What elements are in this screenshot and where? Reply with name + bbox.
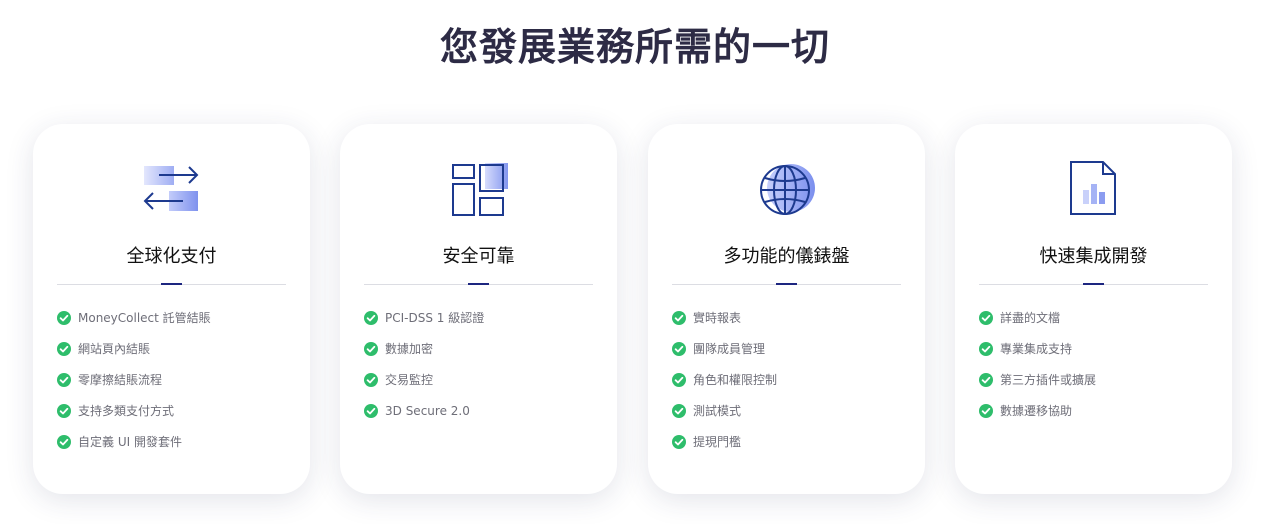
card-fast-integration: 快速集成開發 詳盡的文檔 專業集成支持 第三方插件或擴展 數據遷移協助 — [955, 124, 1232, 494]
list-item: 3D Secure 2.0 — [364, 403, 484, 434]
feature-label: 自定義 UI 開發套件 — [78, 435, 182, 449]
check-circle-icon — [672, 404, 686, 418]
page-title: 您發展業務所需的一切 — [439, 25, 830, 69]
check-circle-icon — [364, 311, 378, 325]
check-circle-icon — [979, 311, 993, 325]
check-circle-icon — [364, 373, 378, 387]
card-global-payments: 全球化支付 MoneyCollect 託管結賬 網站頁內結賬 零摩擦結賬流程 支… — [33, 124, 310, 494]
feature-label: 團隊成員管理 — [693, 342, 766, 356]
check-circle-icon — [979, 404, 993, 418]
list-item: 網站頁內結賬 — [57, 341, 211, 372]
list-item: 零摩擦結賬流程 — [57, 372, 211, 403]
card-divider-accent — [776, 283, 797, 285]
list-item: 支持多類支付方式 — [57, 403, 211, 434]
check-circle-icon — [979, 373, 993, 387]
feature-label: 零摩擦結賬流程 — [78, 373, 163, 387]
card-title: 快速集成開發 — [1039, 246, 1148, 267]
feature-label: MoneyCollect 託管結賬 — [78, 311, 211, 325]
feature-label: 數據遷移協助 — [1000, 404, 1073, 418]
globe-icon — [756, 160, 816, 220]
feature-label: 實時報表 — [693, 311, 742, 325]
list-item: 角色和權限控制 — [672, 372, 777, 403]
exchange-arrows-icon — [141, 160, 201, 220]
feature-list: 實時報表 團隊成員管理 角色和權限控制 測試模式 提現門檻 — [672, 310, 777, 465]
check-circle-icon — [364, 342, 378, 356]
feature-label: 3D Secure 2.0 — [385, 404, 470, 418]
list-item: 詳盡的文檔 — [979, 310, 1096, 341]
card-security: 安全可靠 PCI-DSS 1 級認證 數據加密 交易監控 3D Secure 2… — [340, 124, 617, 494]
list-item: 自定義 UI 開發套件 — [57, 434, 211, 465]
check-circle-icon — [57, 435, 71, 449]
check-circle-icon — [57, 342, 71, 356]
feature-label: 詳盡的文檔 — [1000, 311, 1061, 325]
feature-list: MoneyCollect 託管結賬 網站頁內結賬 零摩擦結賬流程 支持多類支付方… — [57, 310, 211, 465]
feature-label: 交易監控 — [385, 373, 434, 387]
feature-label: 數據加密 — [385, 342, 434, 356]
list-item: 第三方插件或擴展 — [979, 372, 1096, 403]
check-circle-icon — [672, 435, 686, 449]
feature-label: 專業集成支持 — [1000, 342, 1073, 356]
card-divider-accent — [161, 283, 182, 285]
feature-label: 提現門檻 — [693, 435, 742, 449]
card-title: 全球化支付 — [126, 246, 217, 267]
feature-list: 詳盡的文檔 專業集成支持 第三方插件或擴展 數據遷移協助 — [979, 310, 1096, 434]
feature-label: PCI-DSS 1 級認證 — [385, 311, 485, 325]
list-item: 交易監控 — [364, 372, 484, 403]
card-divider-accent — [1083, 283, 1104, 285]
card-title: 安全可靠 — [442, 246, 515, 267]
check-circle-icon — [979, 342, 993, 356]
list-item: 提現門檻 — [672, 434, 777, 465]
card-divider-accent — [468, 283, 489, 285]
check-circle-icon — [672, 311, 686, 325]
card-title: 多功能的儀錶盤 — [723, 246, 850, 267]
layout-blocks-icon — [448, 160, 508, 220]
check-circle-icon — [672, 373, 686, 387]
feature-list: PCI-DSS 1 級認證 數據加密 交易監控 3D Secure 2.0 — [364, 310, 484, 434]
list-item: 數據加密 — [364, 341, 484, 372]
feature-cards: 全球化支付 MoneyCollect 託管結賬 網站頁內結賬 零摩擦結賬流程 支… — [33, 124, 1233, 494]
feature-label: 網站頁內結賬 — [78, 342, 151, 356]
list-item: 專業集成支持 — [979, 341, 1096, 372]
check-circle-icon — [57, 373, 71, 387]
check-circle-icon — [364, 404, 378, 418]
feature-label: 測試模式 — [693, 404, 742, 418]
list-item: PCI-DSS 1 級認證 — [364, 310, 484, 341]
check-circle-icon — [57, 404, 71, 418]
card-dashboard: 多功能的儀錶盤 實時報表 團隊成員管理 角色和權限控制 測試模式 提現門檻 — [648, 124, 925, 494]
feature-label: 第三方插件或擴展 — [1000, 373, 1097, 387]
list-item: 數據遷移協助 — [979, 403, 1096, 434]
check-circle-icon — [672, 342, 686, 356]
list-item: 團隊成員管理 — [672, 341, 777, 372]
list-item: 測試模式 — [672, 403, 777, 434]
check-circle-icon — [57, 311, 71, 325]
document-chart-icon — [1063, 160, 1123, 220]
feature-label: 角色和權限控制 — [693, 373, 778, 387]
list-item: MoneyCollect 託管結賬 — [57, 310, 211, 341]
list-item: 實時報表 — [672, 310, 777, 341]
feature-label: 支持多類支付方式 — [78, 404, 175, 418]
